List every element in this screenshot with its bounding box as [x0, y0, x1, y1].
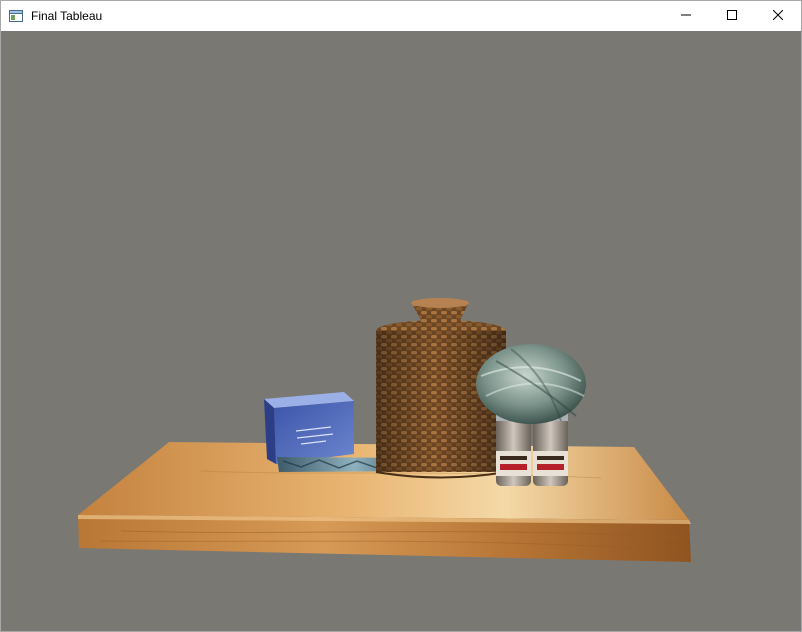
render-viewport[interactable] — [1, 31, 801, 631]
maximize-icon — [727, 7, 737, 25]
minimize-button[interactable] — [663, 1, 709, 31]
app-window-icon — [9, 9, 23, 23]
minimize-icon — [681, 7, 691, 25]
close-icon — [772, 7, 784, 25]
title-bar[interactable]: Final Tableau — [1, 1, 801, 31]
window-title: Final Tableau — [31, 9, 103, 23]
app-window: Final Tableau — [0, 0, 802, 632]
maximize-button[interactable] — [709, 1, 755, 31]
3d-scene — [78, 298, 691, 562]
close-button[interactable] — [755, 1, 801, 31]
green-yarn-ball — [476, 344, 586, 424]
blue-gift-box — [264, 392, 354, 464]
window-controls — [663, 1, 801, 31]
